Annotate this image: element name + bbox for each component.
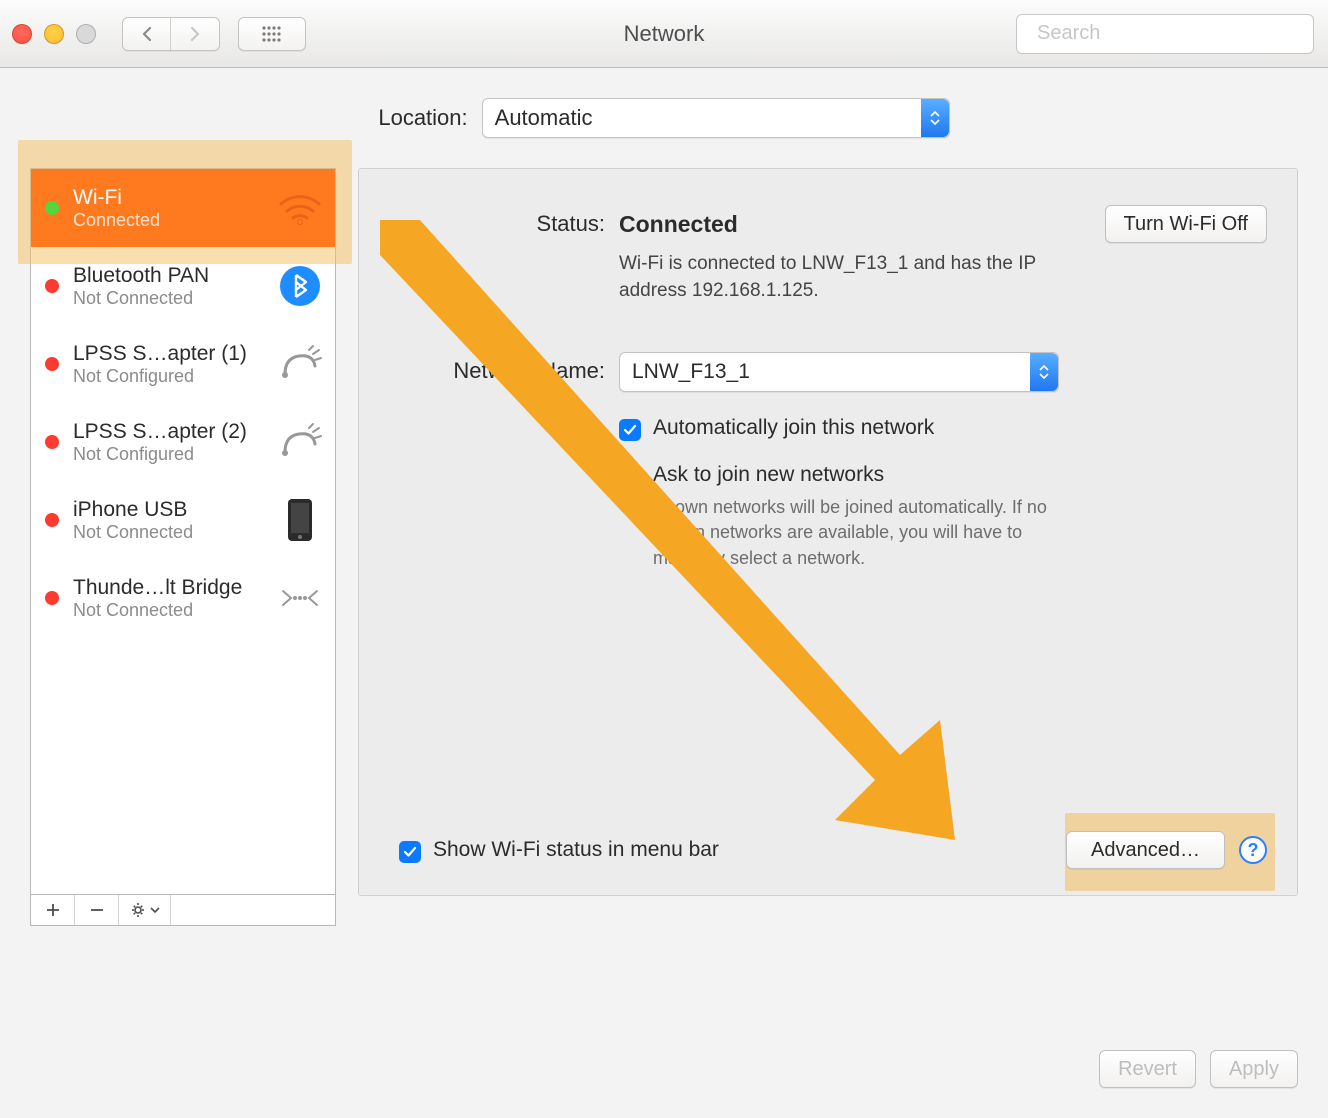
status-dot-icon <box>45 279 59 293</box>
window-toolbar: Network <box>0 0 1328 68</box>
wifi-icon <box>277 185 323 231</box>
status-value: Connected <box>619 211 738 238</box>
dialup-icon <box>277 419 323 465</box>
status-dot-icon <box>45 513 59 527</box>
show-all-button[interactable] <box>238 17 306 51</box>
service-item-wi-fi[interactable]: Wi-Fi Connected <box>31 169 335 247</box>
service-name: Bluetooth PAN <box>73 264 263 288</box>
thunderbolt-icon <box>277 575 323 621</box>
back-button[interactable] <box>123 18 171 50</box>
dialog-footer: Revert Apply <box>1099 1050 1298 1088</box>
service-list: Wi-Fi Connected Bluetooth PAN Not Connec… <box>30 168 336 894</box>
advanced-button[interactable]: Advanced… <box>1066 831 1225 869</box>
apply-button[interactable]: Apply <box>1210 1050 1298 1088</box>
service-name: Wi-Fi <box>73 186 263 210</box>
location-label: Location: <box>378 105 467 131</box>
service-status: Not Connected <box>73 288 263 309</box>
remove-service-button[interactable] <box>75 895 119 925</box>
service-item-bluetooth-pan[interactable]: Bluetooth PAN Not Connected <box>31 247 335 325</box>
help-button[interactable]: ? <box>1239 836 1267 864</box>
plus-icon <box>46 903 60 917</box>
status-dot-icon <box>45 201 59 215</box>
status-label: Status: <box>399 205 619 237</box>
search-input[interactable] <box>1035 21 1304 46</box>
search-field[interactable] <box>1016 14 1314 54</box>
service-status: Not Connected <box>73 600 263 621</box>
auto-join-checkbox[interactable] <box>619 419 641 441</box>
service-status: Connected <box>73 210 263 231</box>
service-name: LPSS S…apter (1) <box>73 342 263 366</box>
gear-icon <box>130 901 148 919</box>
minus-icon <box>90 903 104 917</box>
ask-join-description: Known networks will be joined automatica… <box>653 495 1073 571</box>
window-title: Network <box>624 21 705 47</box>
details-panel: Status: Connected Turn Wi-Fi Off Wi-Fi i… <box>358 168 1298 896</box>
grid-icon <box>261 25 283 43</box>
revert-button[interactable]: Revert <box>1099 1050 1196 1088</box>
service-item-lpss-s-apter-1-[interactable]: LPSS S…apter (1) Not Configured <box>31 325 335 403</box>
service-footer-spacer <box>171 895 335 925</box>
network-name-label: Network Name: <box>399 352 619 384</box>
service-item-iphone-usb[interactable]: iPhone USB Not Connected <box>31 481 335 559</box>
ask-join-checkbox[interactable] <box>619 466 641 488</box>
service-action-button[interactable] <box>119 895 171 925</box>
service-list-footer <box>30 894 336 926</box>
service-name: iPhone USB <box>73 498 263 522</box>
service-name: Thunde…lt Bridge <box>73 576 263 600</box>
status-description: Wi-Fi is connected to LNW_F13_1 and has … <box>619 251 1049 304</box>
chevron-down-icon <box>150 906 160 914</box>
location-row: Location: Automatic <box>0 98 1328 138</box>
select-stepper-icon <box>921 99 949 137</box>
service-item-thunde-lt-bridge[interactable]: Thunde…lt Bridge Not Connected <box>31 559 335 637</box>
service-status: Not Configured <box>73 444 263 465</box>
nav-back-forward <box>122 17 220 51</box>
select-stepper-icon <box>1030 353 1058 391</box>
forward-button[interactable] <box>171 18 219 50</box>
wifi-toggle-button[interactable]: Turn Wi-Fi Off <box>1105 205 1267 243</box>
location-select[interactable]: Automatic <box>482 98 950 138</box>
auto-join-label: Automatically join this network <box>653 416 934 440</box>
network-name-value: LNW_F13_1 <box>632 360 750 384</box>
ask-join-label: Ask to join new networks <box>653 463 1073 487</box>
service-name: LPSS S…apter (2) <box>73 420 263 444</box>
service-status: Not Connected <box>73 522 263 543</box>
add-service-button[interactable] <box>31 895 75 925</box>
minimize-icon[interactable] <box>44 24 64 44</box>
service-item-lpss-s-apter-2-[interactable]: LPSS S…apter (2) Not Configured <box>31 403 335 481</box>
status-dot-icon <box>45 435 59 449</box>
zoom-icon <box>76 24 96 44</box>
phone-icon <box>277 497 323 543</box>
dialup-icon <box>277 341 323 387</box>
status-dot-icon <box>45 357 59 371</box>
show-menubar-label: Show Wi-Fi status in menu bar <box>433 838 719 862</box>
service-status: Not Configured <box>73 366 263 387</box>
show-menubar-checkbox[interactable] <box>399 841 421 863</box>
close-icon[interactable] <box>12 24 32 44</box>
network-name-select[interactable]: LNW_F13_1 <box>619 352 1059 392</box>
location-value: Automatic <box>495 105 593 131</box>
status-dot-icon <box>45 591 59 605</box>
bluetooth-icon <box>277 263 323 309</box>
window-controls <box>12 24 96 44</box>
